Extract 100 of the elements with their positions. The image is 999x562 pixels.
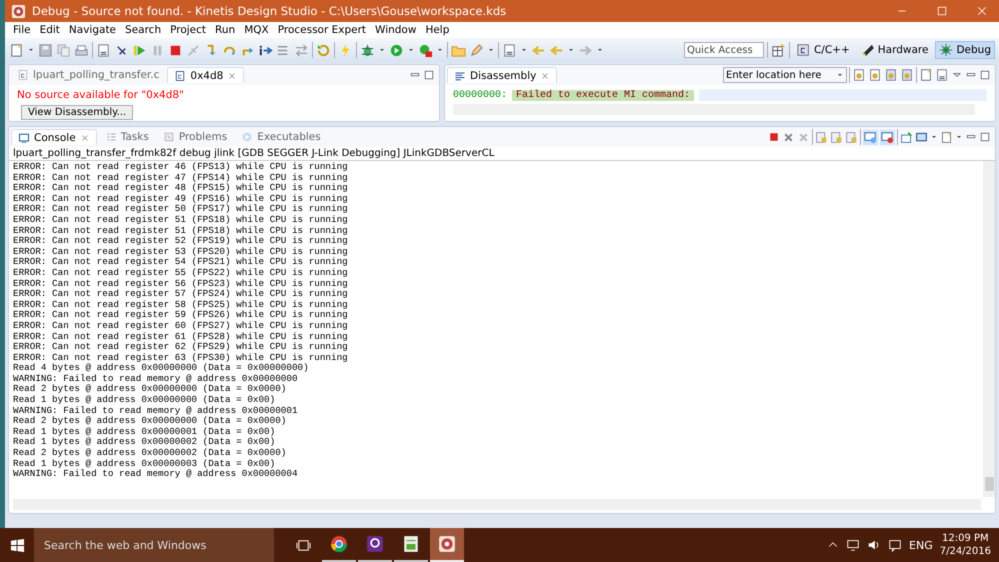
language-indicator[interactable]: ENG xyxy=(909,538,933,552)
taskbar-search-field[interactable]: Search the web and Windows xyxy=(34,528,274,562)
maximize-icon[interactable] xyxy=(979,131,991,143)
new-file-icon[interactable] xyxy=(9,42,24,58)
console-line: ERROR: Can not read register 54 (FPS21) while CPU is running xyxy=(13,257,349,268)
menu-item[interactable]: Help xyxy=(421,24,454,36)
perspective-button[interactable]: Debug xyxy=(935,41,995,59)
console-line: ERROR: Can not read register 59 (FPS26) while CPU is running xyxy=(13,310,349,321)
menu-item[interactable]: Search xyxy=(121,24,166,36)
console-line: ERROR: Can not read register 51 (FPS18) while CPU is running xyxy=(13,226,349,236)
maximize-icon[interactable] xyxy=(423,69,435,81)
caret-icon[interactable] xyxy=(596,46,604,54)
console-line: WARNING: Failed to read memory @ address 0x00000000 xyxy=(13,374,299,384)
caret-icon[interactable] xyxy=(378,46,386,54)
console-line: Read 1 bytes @ address 0x00000002 (Data = 0x00) xyxy=(13,437,276,448)
code-perspective-icon xyxy=(796,43,811,57)
caret-icon[interactable] xyxy=(407,46,415,54)
caret-icon[interactable] xyxy=(930,133,938,141)
notifications-icon[interactable] xyxy=(888,538,902,552)
caret-icon[interactable] xyxy=(567,46,575,54)
network-icon[interactable] xyxy=(846,538,860,552)
menu-item[interactable]: Edit xyxy=(36,24,64,36)
new-window-icon[interactable] xyxy=(919,68,933,82)
maximize-icon[interactable] xyxy=(979,69,991,81)
restart-icon[interactable] xyxy=(316,42,331,58)
window-title: Debug - Source not found. - Kinetis Design Studio - C:\Users\Gouse\workspace.kds xyxy=(32,4,506,18)
pencil-icon[interactable] xyxy=(469,42,484,58)
console-line: ERROR: Can not read register 58 (FPS25) while CPU is running xyxy=(13,300,349,310)
new-console-icon[interactable] xyxy=(940,130,953,144)
caret-icon[interactable] xyxy=(836,71,844,79)
document-icon[interactable] xyxy=(96,42,111,58)
console-line: ERROR: Can not read register 48 (FPS15) while CPU is running xyxy=(13,183,349,194)
error-message: No source available for "0x4d8" xyxy=(16,88,185,103)
vertical-scrollbar[interactable] xyxy=(983,161,995,497)
console-line: Read 1 bytes @ address 0x00000003 (Data = 0x00) xyxy=(13,458,276,469)
clock[interactable]: 12:09 PM 7/24/2016 xyxy=(940,532,991,558)
remove-launch-icon[interactable] xyxy=(782,130,795,144)
perspective-button[interactable]: Hardware xyxy=(856,41,932,59)
executables-icon xyxy=(241,131,254,143)
quick-access-field[interactable]: Quick Access xyxy=(684,42,764,58)
console-line: WARNING: Failed to read memory @ address 0x00000004 xyxy=(13,469,299,480)
caret-icon[interactable] xyxy=(487,46,495,54)
console-line: Read 4 bytes @ address 0x00000000 (Data = 0x00000000) xyxy=(13,363,310,374)
browser-icon xyxy=(330,535,348,553)
address-label: 00000000: xyxy=(453,90,508,100)
view-tab[interactable]: Tasks xyxy=(98,129,155,145)
view-tab[interactable]: Console xyxy=(11,129,97,145)
close-icon[interactable] xyxy=(976,5,988,17)
console-line: WARNING: Failed to read memory @ address 0x00000001 xyxy=(13,406,299,416)
console-icon xyxy=(18,132,30,144)
task-view-icon[interactable] xyxy=(296,538,310,552)
menu-item[interactable]: File xyxy=(9,24,35,36)
bug-icon xyxy=(939,43,954,57)
editor-tab[interactable]: 0x4d8 xyxy=(167,67,244,83)
console-line: ERROR: Can not read register 50 (FPS17) while CPU is running xyxy=(13,204,349,215)
view-tab[interactable]: Executables xyxy=(235,129,327,145)
view-disassembly-button[interactable]: View Disassembly... xyxy=(21,105,134,120)
tasks-icon xyxy=(104,131,117,143)
close-icon[interactable] xyxy=(80,132,90,142)
caret-icon[interactable] xyxy=(520,46,528,54)
console-line: ERROR: Can not read register 56 (FPS23) while CPU is running xyxy=(13,278,349,289)
caret-icon[interactable] xyxy=(27,46,35,54)
show-on-output-icon[interactable] xyxy=(863,130,878,144)
console-line: ERROR: Can not read register 62 (FPS29) while CPU is running xyxy=(13,342,349,353)
menu-item[interactable]: Run xyxy=(211,24,240,36)
perspective-button[interactable]: C/C++ xyxy=(792,41,854,59)
terminate-icon[interactable] xyxy=(768,131,780,143)
pin-console-icon[interactable] xyxy=(900,130,913,144)
console-line: ERROR: Can not read register 55 (FPS22) while CPU is running xyxy=(13,268,349,279)
process-label: lpuart_polling_transfer_frdmk82f debug jlink [GDB SEGGER J-Link Debugging] JLinkGDBServerCL xyxy=(9,147,995,161)
console-line: Read 1 bytes @ address 0x00000001 (Data = 0x00) xyxy=(13,426,276,437)
open-perspective-icon[interactable] xyxy=(770,42,786,58)
document-icon[interactable] xyxy=(502,42,517,58)
close-icon[interactable] xyxy=(227,70,238,80)
windows-start-icon[interactable] xyxy=(10,538,24,552)
bug-icon[interactable] xyxy=(360,42,375,58)
close-icon[interactable] xyxy=(540,70,550,80)
console-line: ERROR: Can not read register 47 (FPS14) while CPU is running xyxy=(13,172,349,183)
show-on-error-icon[interactable] xyxy=(880,130,895,144)
disassembly-tab[interactable]: Disassembly xyxy=(447,67,558,83)
editor-tab[interactable]: lpuart_polling_transfer.c xyxy=(11,67,166,83)
console-line: ERROR: Can not read register 60 (FPS27) while CPU is running xyxy=(13,320,349,332)
print-icon[interactable] xyxy=(74,42,89,58)
console-line: ERROR: Can not read register 51 (FPS18) while CPU is running xyxy=(13,214,349,226)
location-field[interactable]: Enter location here xyxy=(723,67,847,83)
spreadsheet-icon xyxy=(402,535,420,553)
menu-item[interactable]: Project xyxy=(166,24,210,36)
console-line: ERROR: Can not read register 63 (FPS30) while CPU is running xyxy=(13,352,349,363)
display-console-icon[interactable] xyxy=(915,130,928,144)
console-line: ERROR: Can not read register 46 (FPS13) while CPU is running xyxy=(13,162,349,173)
caret-icon[interactable] xyxy=(955,133,963,141)
external-tools-icon[interactable] xyxy=(418,42,433,58)
menu-item[interactable]: Navigate xyxy=(64,24,120,36)
caret-icon[interactable] xyxy=(436,46,444,54)
app-icon xyxy=(11,4,26,18)
menu-item[interactable]: Processor Expert xyxy=(274,24,370,36)
view-tab[interactable]: Problems xyxy=(156,129,234,145)
menu-item[interactable]: MQX xyxy=(240,24,273,36)
swap-icon[interactable] xyxy=(294,42,309,58)
menu-item[interactable]: Window xyxy=(371,24,420,36)
